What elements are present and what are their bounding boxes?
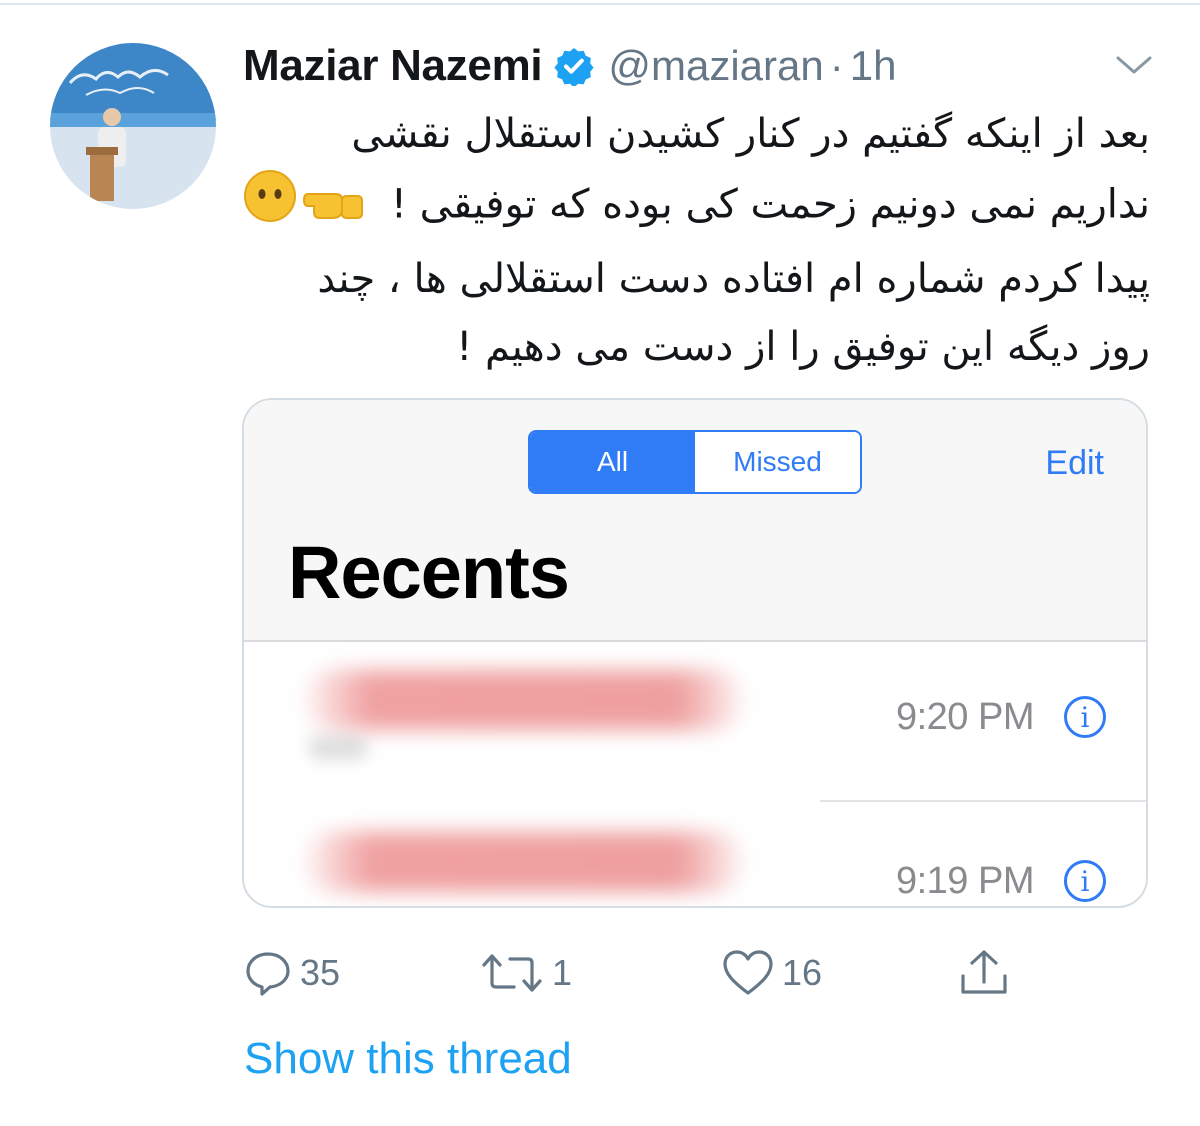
- tweet-media-image[interactable]: All Missed Edit Recents 9:20 PM i 9:19 P…: [242, 398, 1148, 908]
- tweet-text-line-1: بعد از اینکه گفتیم در کنار کشیدن استقلال…: [351, 111, 1150, 157]
- call-time: 9:19 PM: [895, 860, 1035, 902]
- retweet-icon: [482, 954, 542, 992]
- tweet-body: بعد از اینکه گفتیم در کنار کشیدن استقلال…: [244, 100, 1150, 381]
- tweet-text-line-3: پیدا کردم شماره ام افتاده دست استقلالی ه…: [317, 256, 1150, 302]
- blurred-caller-detail: [308, 736, 368, 760]
- emoji-pointing-left-and-face-icon: [244, 170, 364, 222]
- author-display-name[interactable]: Maziar Nazemi: [243, 41, 543, 91]
- blurred-caller-name: [304, 670, 744, 730]
- like-icon: [723, 950, 773, 995]
- ios-nav-area: All Missed Edit Recents: [244, 400, 1146, 642]
- tweet-actions: 35 1 16: [244, 948, 1024, 998]
- segment-missed[interactable]: Missed: [695, 432, 860, 492]
- emoji-group: [242, 168, 370, 245]
- info-icon[interactable]: i: [1064, 696, 1106, 738]
- call-row[interactable]: 9:20 PM i: [244, 640, 1146, 800]
- call-time: 9:20 PM: [895, 696, 1035, 738]
- like-count: 16: [782, 952, 823, 993]
- reply-icon: [246, 952, 290, 996]
- tweet-header: Maziar Nazemi @maziaran · 1h: [243, 38, 896, 94]
- tweet-timestamp[interactable]: 1h: [850, 42, 897, 90]
- segment-all[interactable]: All: [530, 432, 695, 492]
- edit-button[interactable]: Edit: [1045, 444, 1104, 483]
- segmented-control: All Missed: [528, 430, 862, 494]
- retweet-count: 1: [552, 952, 573, 993]
- share-icon: [961, 950, 1007, 994]
- call-row[interactable]: 9:19 PM i: [244, 802, 1146, 906]
- chevron-down-icon[interactable]: [1114, 50, 1154, 80]
- info-icon[interactable]: i: [1064, 860, 1106, 902]
- separator-dot: ·: [829, 42, 844, 89]
- share-button[interactable]: [958, 948, 1010, 998]
- profile-photo-icon: [50, 43, 216, 209]
- reply-button[interactable]: 35: [244, 948, 340, 998]
- show-thread-link[interactable]: Show this thread: [244, 1034, 572, 1084]
- avatar[interactable]: [50, 43, 216, 209]
- tweet-text-line-2-wrap: نداریم نمی دونیم زحمت کی بوده که توفیقی …: [244, 168, 1150, 245]
- verified-badge-icon: [554, 46, 594, 88]
- reply-count: 35: [300, 952, 341, 993]
- recents-title: Recents: [288, 531, 570, 614]
- like-button[interactable]: 16: [722, 948, 822, 998]
- author-handle[interactable]: @maziaran: [608, 42, 823, 90]
- retweet-button[interactable]: 1: [480, 948, 572, 998]
- tweet-text-line-4: روز دیگه این توفیق را از دست می دهیم !: [456, 324, 1150, 370]
- tweet-text-line-2: نداریم نمی دونیم زحمت کی بوده که توفیقی …: [378, 181, 1150, 228]
- top-divider: [0, 3, 1200, 5]
- blurred-caller-name: [304, 832, 744, 892]
